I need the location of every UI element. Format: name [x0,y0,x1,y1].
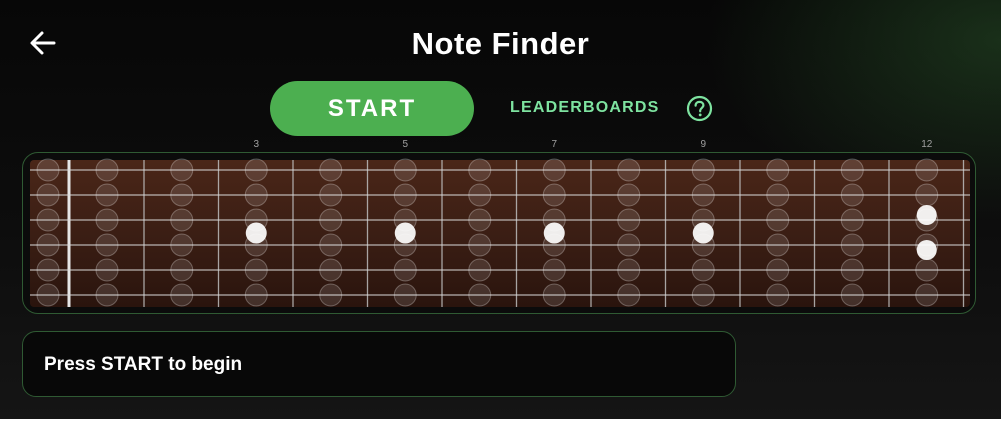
note-position [319,183,343,207]
note-position [244,208,268,232]
note-position [915,208,939,232]
note-position [170,208,194,232]
note-position [319,158,343,182]
note-position [766,258,790,282]
note-position [468,183,492,207]
note-position [95,158,119,182]
note-position [170,158,194,182]
note-position [393,208,417,232]
note-position [617,158,641,182]
note-position [542,208,566,232]
note-position [840,158,864,182]
note-position [95,183,119,207]
note-position [468,208,492,232]
note-position [36,233,60,257]
note-position [36,158,60,182]
note-position [840,208,864,232]
note-position [393,283,417,307]
note-position [542,258,566,282]
note-position [542,283,566,307]
note-finder-screen: Note Finder START LEADERBOARDS 3 5 7 9 12 Pr… [0,0,1001,419]
note-position [244,283,268,307]
note-position [244,258,268,282]
note-position [95,208,119,232]
note-position [95,283,119,307]
note-position [319,233,343,257]
note-position [915,283,939,307]
note-position [95,233,119,257]
note-position [617,283,641,307]
note-position [542,233,566,257]
note-position [766,158,790,182]
note-position [36,258,60,282]
note-position [468,258,492,282]
note-position [393,258,417,282]
note-position [840,233,864,257]
note-position [766,233,790,257]
note-position [170,183,194,207]
note-position [840,183,864,207]
note-position [766,283,790,307]
note-position [915,158,939,182]
note-position [915,233,939,257]
note-position [468,283,492,307]
note-position [691,258,715,282]
note-position [542,183,566,207]
note-position [170,258,194,282]
note-position [691,183,715,207]
status-panel: Press START to begin [22,331,736,397]
note-position [915,258,939,282]
note-position [468,158,492,182]
note-position [766,183,790,207]
note-position [617,258,641,282]
note-position [691,208,715,232]
note-position [319,283,343,307]
fretboard-wood [30,160,970,307]
note-position [170,283,194,307]
note-position [36,208,60,232]
status-message: Press START to begin [44,354,243,375]
note-position [840,258,864,282]
note-position [617,233,641,257]
note-position [691,158,715,182]
note-position [766,208,790,232]
note-position [95,258,119,282]
note-position [542,158,566,182]
note-position [244,183,268,207]
note-position [393,158,417,182]
note-position [319,258,343,282]
note-position [170,233,194,257]
note-position [468,233,492,257]
note-position [393,183,417,207]
note-position [36,283,60,307]
note-position [319,208,343,232]
note-position [617,208,641,232]
note-position [617,183,641,207]
note-position [915,183,939,207]
note-position [36,183,60,207]
note-position [393,233,417,257]
note-position [691,233,715,257]
note-position [244,158,268,182]
note-position [691,283,715,307]
note-position [244,233,268,257]
note-position [840,283,864,307]
